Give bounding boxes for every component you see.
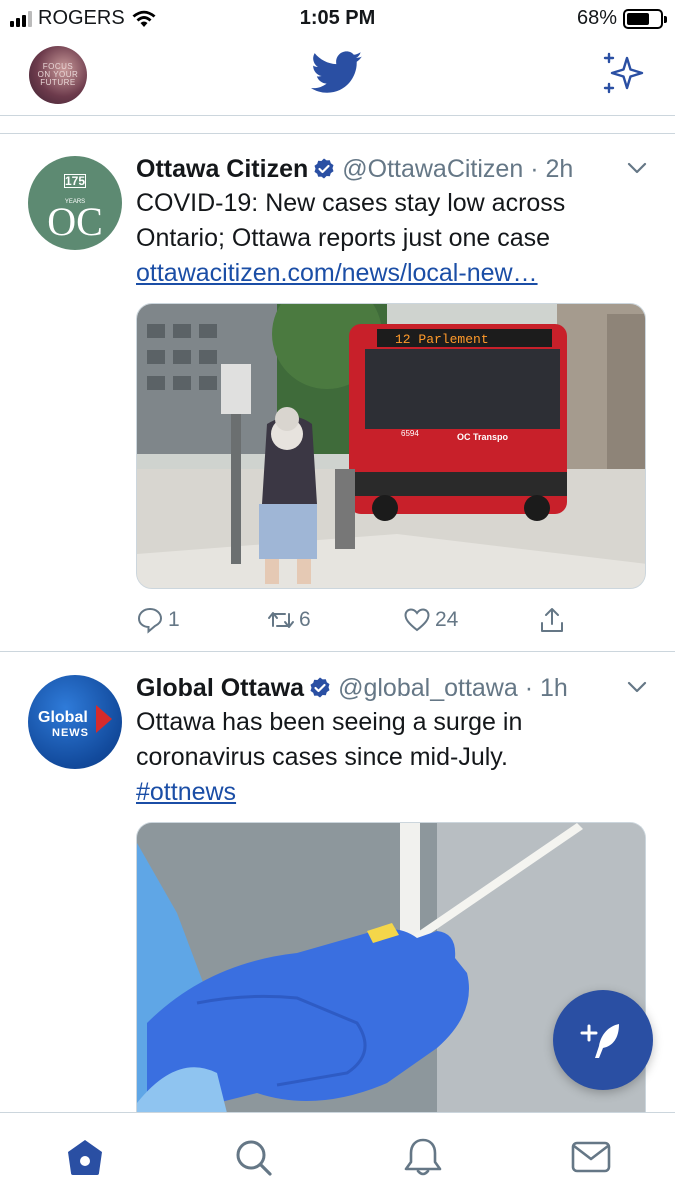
- tweet-body: Ottawa has been seeing a surge in corona…: [136, 705, 636, 810]
- tweet-author-name[interactable]: Ottawa Citizen: [136, 155, 308, 183]
- nav-search[interactable]: [231, 1135, 275, 1179]
- search-icon: [236, 1140, 272, 1176]
- verified-badge-icon: [314, 158, 334, 179]
- compose-tweet-button[interactable]: [553, 990, 653, 1090]
- tweet-text: Ottawa has been seeing a surge in corona…: [136, 708, 523, 771]
- bus-number-label: 6594: [401, 429, 419, 438]
- retweet-icon: [268, 612, 294, 628]
- tweet-image-bus[interactable]: 12 Parlement 6594 OC Transpo: [136, 303, 646, 589]
- chevron-down-icon[interactable]: [625, 677, 649, 697]
- tweet-avatar[interactable]: Global NEWS: [28, 675, 122, 769]
- bus-street-photo: 12 Parlement 6594 OC Transpo: [137, 304, 645, 588]
- like-count: 24: [435, 608, 459, 631]
- tweet-avatar[interactable]: 175 YEARS OC: [28, 156, 122, 250]
- nav-messages[interactable]: [569, 1135, 613, 1179]
- notifications-icon: [404, 1138, 442, 1176]
- twitter-bird-icon[interactable]: [311, 50, 363, 96]
- sparkle-icon[interactable]: [599, 50, 647, 98]
- global-logo-mark: [96, 705, 112, 733]
- status-right: 68%: [576, 7, 667, 30]
- tweet-handle[interactable]: @OttawaCitizen: [342, 155, 523, 183]
- avatar-text-3: FUTURE: [40, 78, 76, 87]
- compose-feather-icon: [580, 1024, 619, 1058]
- bus-brand-label: OC Transpo: [457, 432, 509, 442]
- reply-button[interactable]: 1: [136, 604, 180, 636]
- messages-icon: [571, 1141, 611, 1173]
- tweet-time: 2h: [545, 155, 574, 183]
- tweet-dot: ·: [524, 674, 534, 702]
- tweet-author-name[interactable]: Global Ottawa: [136, 674, 304, 702]
- bottom-nav: [0, 1112, 675, 1200]
- top-bar: FOCUS ON YOUR FUTURE: [0, 38, 675, 116]
- share-icon: [541, 608, 563, 632]
- like-button[interactable]: 24: [403, 604, 458, 636]
- chevron-down-icon[interactable]: [625, 158, 649, 178]
- tweet-header: Global Ottawa @global_ottawa · 1h: [136, 671, 616, 705]
- home-icon: [68, 1140, 102, 1175]
- battery-percent: 68%: [576, 7, 617, 29]
- tweet-time: 1h: [540, 674, 568, 702]
- verified-badge-icon: [310, 677, 330, 698]
- hashtag-link[interactable]: #ottnews: [136, 775, 636, 810]
- battery-fill: [627, 12, 649, 25]
- tweet-handle[interactable]: @global_ottawa: [338, 674, 518, 702]
- tweet-header: Ottawa Citizen @OttawaCitizen · 2h: [136, 152, 616, 186]
- retweet-count: 6: [299, 608, 311, 631]
- avatar-oc-letters: OC: [47, 199, 103, 244]
- retweet-button[interactable]: 6: [267, 604, 311, 636]
- tweet-actions: 1 6 24: [136, 604, 646, 636]
- share-button[interactable]: [538, 604, 566, 636]
- nav-notifications[interactable]: [401, 1135, 445, 1179]
- tweet-body: COVID-19: New cases stay low across Onta…: [136, 186, 636, 291]
- profile-avatar[interactable]: FOCUS ON YOUR FUTURE: [29, 46, 87, 104]
- tweet-dot: ·: [530, 155, 539, 183]
- tweet-ottawa-citizen[interactable]: 175 YEARS OC Ottawa Citizen @OttawaCitiz…: [0, 134, 675, 652]
- status-time: 1:05 PM: [299, 7, 376, 29]
- avatar-175-label: 175: [64, 174, 86, 188]
- heart-icon: [404, 608, 430, 632]
- avatar-news-label: NEWS: [52, 727, 89, 739]
- tweet-link[interactable]: ottawacitizen.com/news/local-new…: [136, 256, 636, 291]
- reply-count: 1: [168, 608, 180, 631]
- avatar-global-label: Global: [38, 709, 88, 726]
- bus-destination-sign: 12 Parlement: [395, 332, 489, 347]
- battery-icon: [623, 8, 667, 29]
- status-bar: ROGERS 1:05 PM 68%: [0, 0, 675, 38]
- nav-home[interactable]: [63, 1135, 107, 1179]
- tweet-text: COVID-19: New cases stay low across Onta…: [136, 189, 566, 252]
- reply-icon: [137, 607, 163, 634]
